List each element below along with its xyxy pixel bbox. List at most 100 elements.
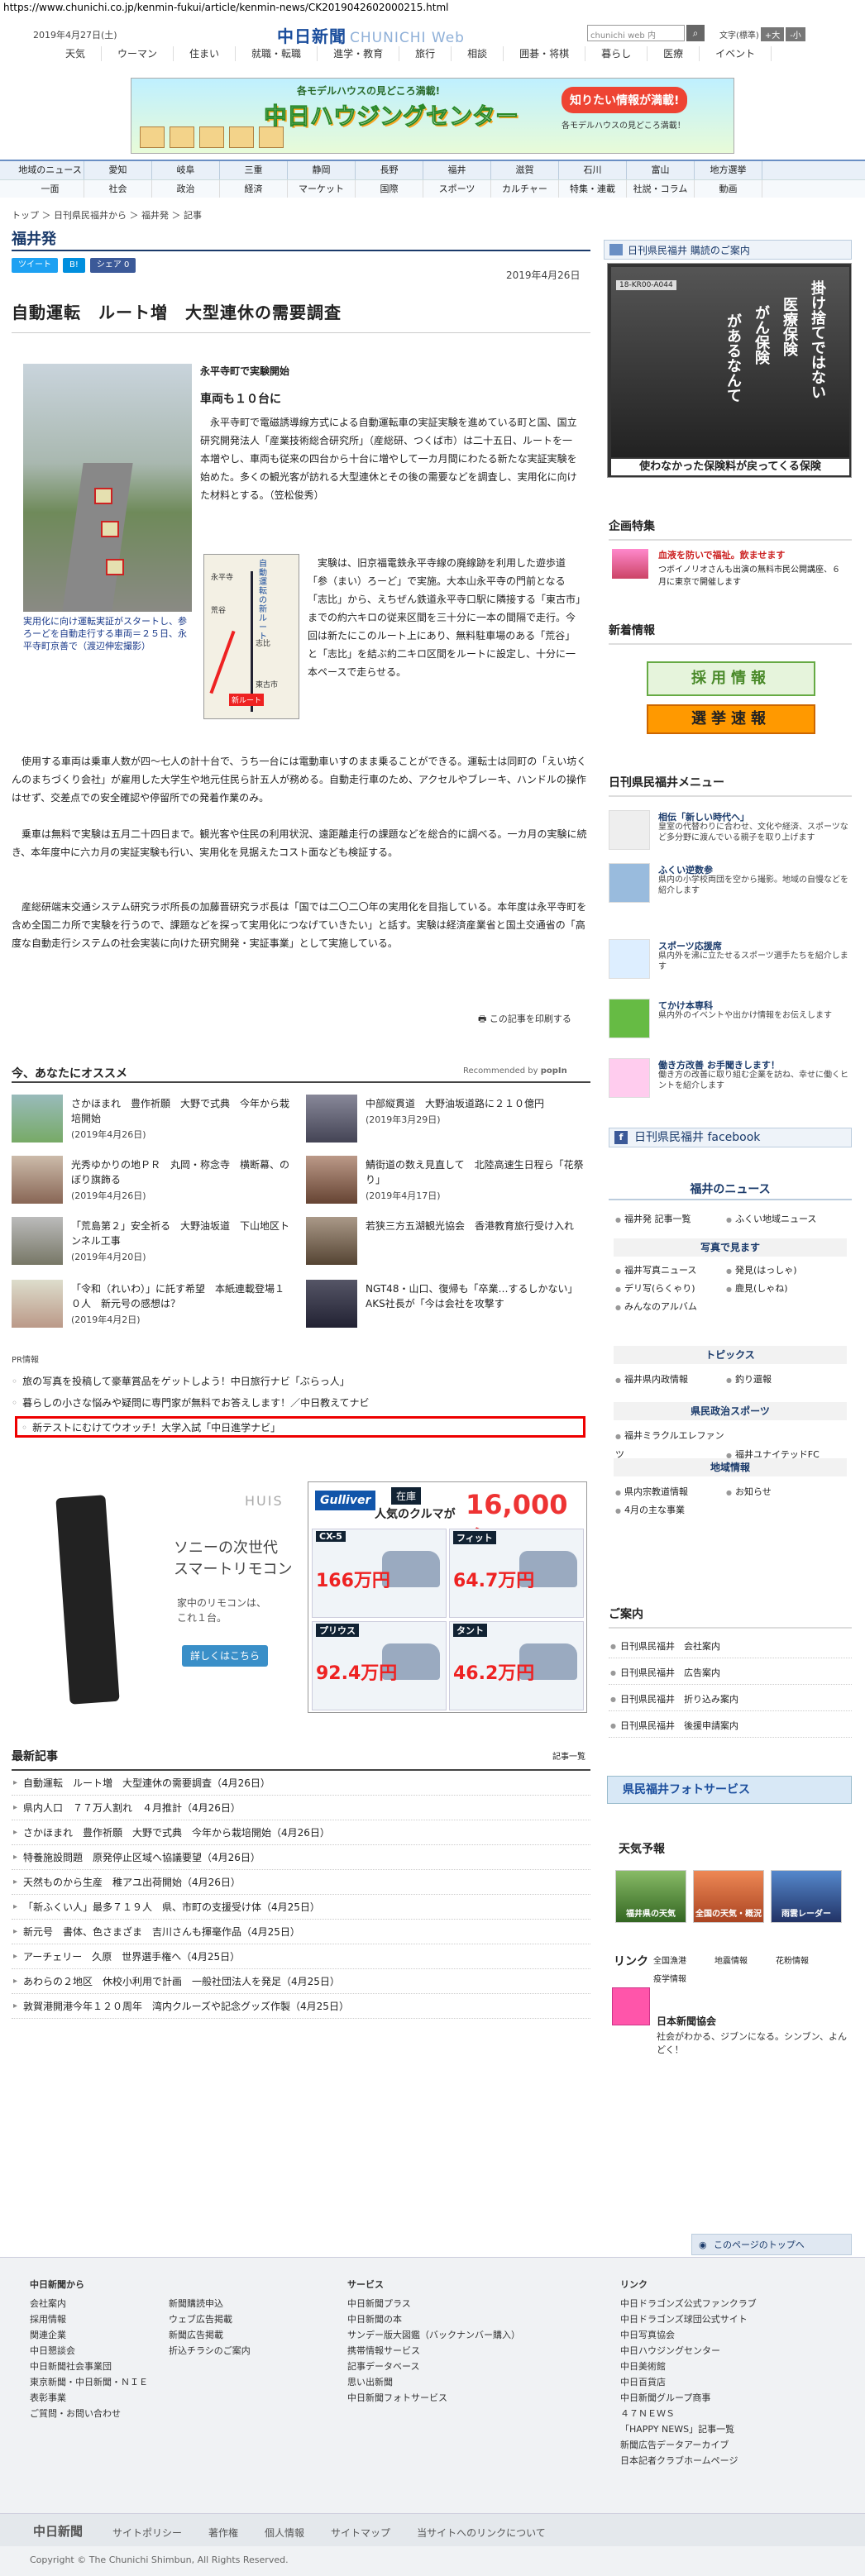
footer-link[interactable]: 表彰事業 <box>30 2390 148 2406</box>
guide-link[interactable]: 日刊県民福井 広告案内 <box>609 1662 852 1685</box>
news-link[interactable]: お知らせ <box>726 1483 837 1501</box>
footer-nav-link[interactable]: 著作権 <box>208 2526 238 2540</box>
topnav-item[interactable]: 相談 <box>452 46 504 61</box>
news-link[interactable]: 釣り還報 <box>726 1371 837 1389</box>
footer-link[interactable]: 中日美術館 <box>620 2359 757 2374</box>
footer-link[interactable]: 記事データベース <box>347 2359 520 2374</box>
pr-link[interactable]: ◦ 新テストにむけてウオッチ！大学入試「中日進学ナビ」 <box>22 1420 600 1434</box>
sidebar-link[interactable]: 疫学情報 <box>653 1971 714 1989</box>
topnav-item[interactable]: ウーマン <box>102 46 174 61</box>
latest-item[interactable]: 天然ものから生産 稚アユ出荷開始（4月26日） <box>12 1870 590 1895</box>
insurance-ad[interactable]: 18-KR00-A044 掛け捨てではない 医療保険 がん保険 があるなんて 使… <box>607 263 852 478</box>
topnav-item[interactable]: 旅行 <box>399 46 452 61</box>
footer-link[interactable]: 中日新聞社会事業団 <box>30 2359 148 2374</box>
news-link[interactable]: 福井県内政情報 <box>615 1371 726 1389</box>
page-top-button[interactable]: ◉ このページのトップへ <box>691 2234 852 2255</box>
article-list-link[interactable]: 記事一覧 <box>552 1749 585 1762</box>
footer-link[interactable]: 日本記者クラブホームページ <box>620 2453 757 2469</box>
topnav-item[interactable]: 住まい <box>174 46 237 61</box>
site-logo[interactable]: 中日新聞 CHUNICHI Web <box>277 23 465 47</box>
recommend-item[interactable]: 「令和（れいわ）」に託す希望 本紙連載登場１０人 新元号の感想は？ (2019年… <box>12 1280 293 1331</box>
jnpa-title[interactable]: 日本新聞協会 <box>657 2014 716 2028</box>
footer-link[interactable]: 中日写真協会 <box>620 2327 757 2343</box>
footer-link[interactable]: 関連企業 <box>30 2327 148 2343</box>
tweet-button[interactable]: ツイート <box>12 258 58 273</box>
footer-link[interactable]: ウェブ広告掲載 <box>169 2311 251 2327</box>
latest-item[interactable]: 敦賀港開港今年１２０周年 湾内クルーズや記念グッズ作製（4月25日） <box>12 1994 590 2019</box>
footer-link[interactable]: サンデー版大図鑑（バックナンバー購入） <box>347 2327 520 2343</box>
news-link[interactable]: 福井発 記事一覧 <box>615 1210 726 1228</box>
facebook-link[interactable]: f 日刊県民福井 facebook <box>609 1128 852 1147</box>
recommend-item[interactable]: さかほまれ 豊作祈願 大野で式典 今年から栽培開始 (2019年4月26日) <box>12 1095 293 1146</box>
hatena-button[interactable]: B! <box>63 258 85 273</box>
latest-item[interactable]: アーチェリー 久原 世界選手権へ（4月25日） <box>12 1944 590 1969</box>
topnav-item[interactable]: 進学・教育 <box>318 46 400 61</box>
footer-nav-link[interactable]: サイトマップ <box>331 2526 390 2540</box>
footer-link[interactable]: 思い出新聞 <box>347 2374 520 2390</box>
region-nav-item[interactable]: 富山 <box>627 161 695 179</box>
latest-item[interactable]: 特養施設問題 原発停止区域へ協議要望（4月26日） <box>12 1845 590 1870</box>
menu-item[interactable]: 相伝「新しい時代へ」 皇室の代替わりに合わせ、文化や経済、スポーツなど多分野に渡ん… <box>609 809 852 853</box>
footer-link[interactable]: 中日新聞プラス <box>347 2296 520 2311</box>
topnav-item[interactable]: 医療 <box>648 46 700 61</box>
sidebar-link[interactable]: 花粉情報 <box>776 1953 837 1971</box>
region-nav-item[interactable]: 地方選挙 <box>695 161 762 179</box>
category-nav-item[interactable]: 国際 <box>356 180 423 198</box>
footer-nav-link[interactable]: サイトポリシー <box>112 2526 182 2540</box>
category-nav-item[interactable]: 一面 <box>17 180 84 198</box>
news-link[interactable]: 鹿見(しゃね) <box>726 1280 837 1298</box>
news-link[interactable]: 福井写真ニュース <box>615 1262 726 1280</box>
pr-link[interactable]: ◦ 暮らしの小さな悩みや疑問に専門家が無料でお答えします！／中日教えてナビ <box>12 1395 590 1410</box>
category-nav-item[interactable]: 動画 <box>695 180 762 198</box>
sidebar-link[interactable]: 地震情報 <box>714 1953 776 1971</box>
menu-item[interactable]: 働き方改善 お手聞きします！ 働き方の改善に取り組む企業を訪ね、幸せに働くヒントを… <box>609 1057 852 1101</box>
latest-item[interactable]: 新元号 書体、色さまざま 吉川さんも揮毫作品（4月25日） <box>12 1920 590 1944</box>
region-nav-item[interactable]: 愛知 <box>84 161 152 179</box>
footer-link[interactable]: 「HAPPY NEWS」記事一覧 <box>620 2421 757 2437</box>
category-nav-item[interactable]: 経済 <box>220 180 288 198</box>
region-nav-item[interactable]: 石川 <box>559 161 627 179</box>
topnav-item[interactable]: 就職・転職 <box>236 46 318 61</box>
recruit-banner[interactable]: 採用情報 <box>647 661 815 696</box>
category-nav-item[interactable]: 政治 <box>152 180 220 198</box>
housing-center-banner[interactable]: 各モデルハウスの見どころ満載! 中日ハウジングセンター 知りたい情報が満載! 各… <box>131 78 734 154</box>
kikaku-title[interactable]: 血液を防いで福祉。飲ませます <box>658 549 785 561</box>
news-link[interactable]: デリ写(らくゃり) <box>615 1280 726 1298</box>
print-link[interactable]: 🖶 この記事を印刷する <box>478 1012 571 1028</box>
recommend-item[interactable]: NGT48・山口、復帰も「卒業…するしかない」 AKS社長が「今は会社を攻撃す <box>306 1280 587 1331</box>
menu-item[interactable]: てかけ本専科 県内外のイベントや出かけ情報をお伝えします <box>609 997 852 1042</box>
footer-link[interactable]: 新聞広告データアーカイブ <box>620 2437 757 2453</box>
recommend-item[interactable]: 若狭三方五湖観光協会 香港教育旅行受け入れ <box>306 1217 587 1268</box>
news-link[interactable]: 県内宗教道情報 <box>615 1483 726 1501</box>
guide-link[interactable]: 日刊県民福井 後援申請案内 <box>609 1715 852 1738</box>
region-nav-item[interactable]: 福井 <box>423 161 491 179</box>
footer-logo[interactable]: 中日新聞 <box>33 2522 83 2540</box>
topnav-item[interactable]: 天気 <box>50 46 103 61</box>
font-size-standard[interactable]: 標準 <box>739 31 756 41</box>
news-link[interactable]: 発見(はっしゃ) <box>726 1262 837 1280</box>
font-size-smaller-button[interactable]: -小 <box>786 27 805 41</box>
region-nav-item[interactable]: 三重 <box>220 161 288 179</box>
menu-item[interactable]: ふくい逆数参 県内の小学校両団を空から撮影。地域の自慢などを紹介します <box>609 861 852 906</box>
footer-link[interactable]: 携帯情報サービス <box>347 2343 520 2359</box>
news-link[interactable]: 4月の主な事業 <box>615 1501 726 1519</box>
latest-item[interactable]: 自動運転 ルート増 大型連休の需要調査（4月26日） <box>12 1771 590 1796</box>
news-link[interactable]: ふくい地域ニュース <box>726 1210 837 1228</box>
footer-link[interactable]: 中日百貨店 <box>620 2374 757 2390</box>
footer-link[interactable]: 東京新聞・中日新聞・ＮＩＥ <box>30 2374 148 2390</box>
weather-radar-button[interactable]: 雨雲レーダー <box>771 1870 842 1923</box>
topnav-item[interactable]: 囲碁・将棋 <box>504 46 586 61</box>
gulliver-ad[interactable]: Gulliver 在庫 人気のクルマが 16,000台 CX-5166万円 フィ… <box>308 1481 587 1713</box>
region-nav-item[interactable]: 滋賀 <box>491 161 559 179</box>
category-nav-item[interactable]: カルチャー <box>491 180 559 198</box>
category-nav-item[interactable]: マーケット <box>288 180 356 198</box>
footer-link[interactable]: 会社案内 <box>30 2296 148 2311</box>
latest-item[interactable]: 県内人口 ７７万人割れ ４月推計（4月26日） <box>12 1796 590 1820</box>
font-size-larger-button[interactable]: +大 <box>760 27 785 41</box>
ad-details-button[interactable]: 詳しくはこちら <box>182 1645 268 1667</box>
url-bar[interactable]: https://www.chunichi.co.jp/kenmin-fukui/… <box>0 0 865 17</box>
category-nav-item[interactable]: スポーツ <box>423 180 491 198</box>
breadcrumb[interactable]: トップ ＞ 日刊県民福井から ＞ 福井発 ＞ 記事 <box>12 208 202 222</box>
footer-link[interactable]: 中日懇談会 <box>30 2343 148 2359</box>
footer-link[interactable]: ４７ＮＥＷＳ <box>620 2406 757 2421</box>
